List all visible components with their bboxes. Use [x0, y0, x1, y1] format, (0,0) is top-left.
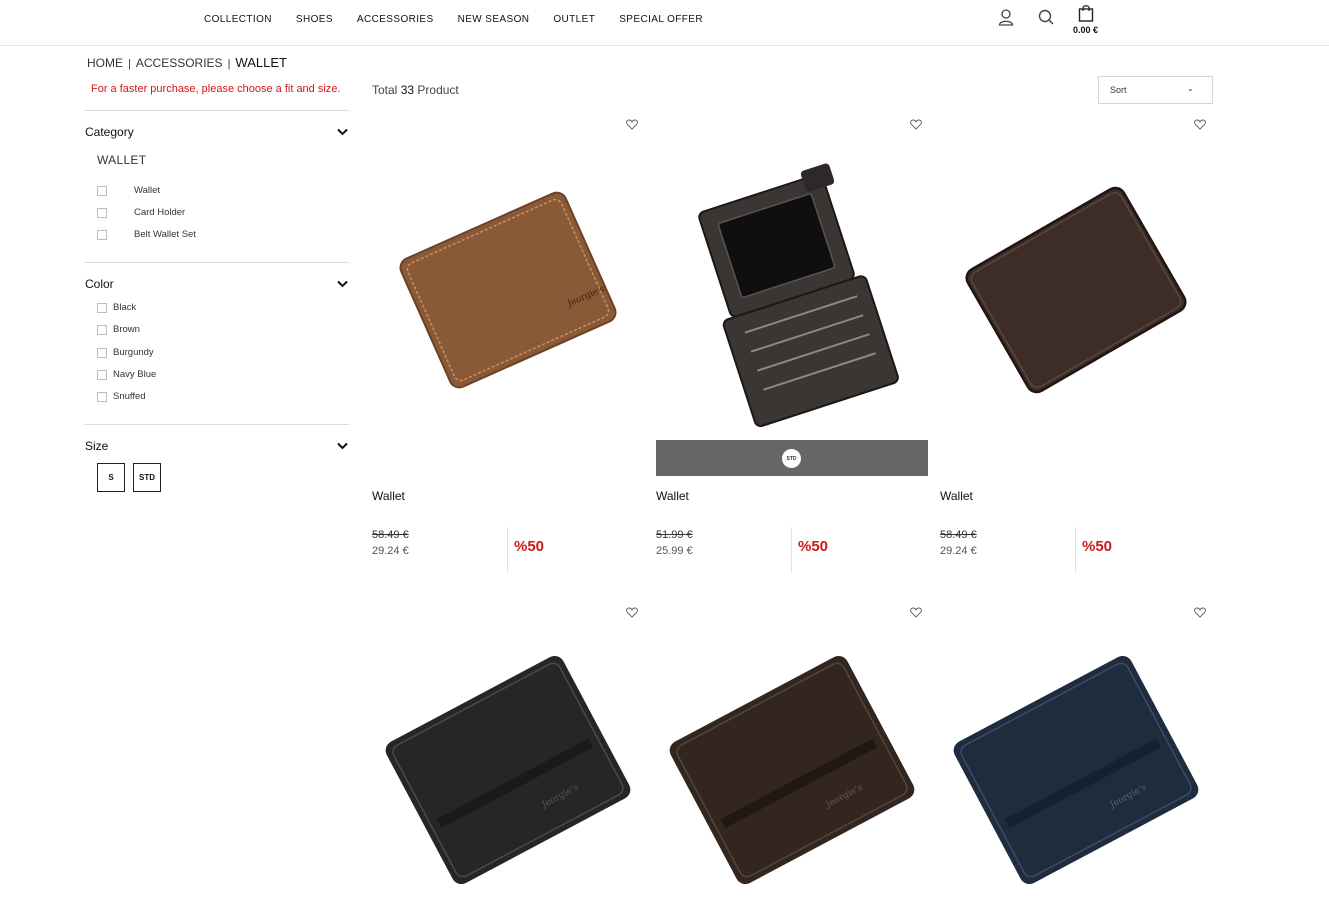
heart-icon[interactable] — [626, 119, 638, 130]
size-chip-std[interactable]: STD — [782, 449, 801, 468]
breadcrumb-home[interactable]: HOME — [87, 56, 123, 70]
product-count-number: 33 — [400, 83, 415, 97]
top-navigation-bar: COLLECTION SHOES ACCESSORIES NEW SEASON … — [0, 0, 1329, 46]
chevron-down-icon[interactable] — [337, 128, 348, 136]
main-nav: COLLECTION SHOES ACCESSORIES NEW SEASON … — [204, 14, 727, 26]
heart-icon[interactable] — [910, 119, 922, 130]
checkbox[interactable] — [97, 369, 107, 380]
filter-color-black[interactable]: Black — [97, 302, 136, 313]
filter-option-belt-wallet-set[interactable]: Belt Wallet Set — [97, 229, 196, 240]
product-count-suffix: Product — [417, 83, 459, 97]
breadcrumb-current: WALLET — [235, 55, 287, 70]
product-name[interactable]: Wallet — [940, 489, 973, 503]
filter-category-title[interactable]: Category — [85, 125, 134, 139]
breadcrumb: HOME | ACCESSORIES | WALLET — [87, 55, 287, 70]
filter-option-label: Navy Blue — [113, 369, 157, 380]
price-divider — [1075, 527, 1076, 573]
filter-subcategory[interactable]: WALLET — [97, 153, 146, 167]
product-old-price: 51.99 € — [656, 529, 693, 541]
cart-total[interactable]: 0.00 € — [1073, 25, 1098, 35]
breadcrumb-accessories[interactable]: ACCESSORIES — [136, 56, 223, 70]
filter-option-label: Snuffed — [113, 391, 146, 402]
product-new-price: 29.24 € — [940, 545, 977, 557]
size-option-s[interactable]: S — [97, 463, 125, 492]
nav-new-season[interactable]: NEW SEASON — [458, 14, 530, 26]
heart-icon[interactable] — [910, 607, 922, 618]
breadcrumb-separator: | — [128, 58, 131, 70]
bag-icon[interactable] — [1077, 4, 1095, 22]
checkbox[interactable] — [97, 185, 107, 196]
filter-option-label: Belt Wallet Set — [134, 229, 196, 240]
nav-collection[interactable]: COLLECTION — [204, 14, 272, 26]
filter-color-snuffed[interactable]: Snuffed — [97, 391, 146, 402]
filter-option-label: Wallet — [134, 185, 161, 196]
chevron-down-icon[interactable] — [337, 442, 348, 450]
filter-option-label: Burgundy — [113, 347, 154, 358]
nav-special-offer[interactable]: SPECIAL OFFER — [619, 14, 703, 26]
heart-icon[interactable] — [1194, 119, 1206, 130]
product-new-price: 29.24 € — [372, 545, 409, 557]
product-name[interactable]: Wallet — [372, 489, 405, 503]
filter-option-label: Card Holder — [134, 207, 186, 218]
user-icon[interactable] — [997, 8, 1015, 26]
product-count-prefix: Total — [372, 83, 398, 97]
product-count: Total 33 Product — [372, 83, 459, 97]
filter-color-title[interactable]: Color — [85, 277, 114, 291]
product-old-price: 58.49 € — [372, 529, 409, 541]
checkbox[interactable] — [97, 207, 107, 218]
price-divider — [507, 527, 508, 573]
product-image[interactable] — [940, 140, 1212, 440]
filter-color-brown[interactable]: Brown — [97, 324, 140, 335]
nav-shoes[interactable]: SHOES — [296, 14, 333, 26]
search-icon[interactable] — [1037, 8, 1055, 26]
product-new-price: 25.99 € — [656, 545, 693, 557]
size-bar: STD — [656, 440, 928, 476]
checkbox[interactable] — [97, 347, 107, 358]
checkbox[interactable] — [97, 302, 107, 313]
product-image[interactable] — [656, 140, 928, 440]
product-image[interactable]: Jeorgie's — [940, 630, 1212, 900]
nav-outlet[interactable]: OUTLET — [553, 14, 595, 26]
chevron-down-icon[interactable] — [337, 280, 348, 288]
filter-option-card-holder[interactable]: Card Holder — [97, 207, 185, 218]
filter-color-navy-blue[interactable]: Navy Blue — [97, 369, 156, 380]
discount-badge: %50 — [1082, 538, 1113, 555]
purchase-hint: For a faster purchase, please choose a f… — [91, 83, 341, 95]
filter-option-wallet[interactable]: Wallet — [97, 185, 160, 196]
checkbox[interactable] — [97, 229, 107, 240]
product-name[interactable]: Wallet — [656, 489, 689, 503]
filter-size-title[interactable]: Size — [85, 439, 108, 453]
product-image[interactable]: Jeorgie's — [372, 630, 644, 900]
checkbox[interactable] — [97, 324, 107, 335]
size-option-std[interactable]: STD — [133, 463, 161, 492]
nav-accessories[interactable]: ACCESSORIES — [357, 14, 434, 26]
product-image[interactable]: Jeorgie's — [372, 140, 644, 440]
heart-icon[interactable] — [1194, 607, 1206, 618]
sort-dropdown[interactable]: Sort ⌄ — [1098, 76, 1213, 104]
filter-option-label: Black — [113, 302, 137, 313]
filter-option-label: Brown — [113, 324, 140, 335]
filter-divider — [84, 424, 349, 425]
filter-divider — [84, 110, 349, 111]
discount-badge: %50 — [798, 538, 829, 555]
breadcrumb-separator: | — [227, 58, 231, 70]
filter-color-burgundy[interactable]: Burgundy — [97, 347, 154, 358]
chevron-down-icon: ⌄ — [1187, 84, 1194, 93]
sort-label: Sort — [1110, 85, 1127, 95]
heart-icon[interactable] — [626, 607, 638, 618]
price-divider — [791, 527, 792, 573]
checkbox[interactable] — [97, 391, 107, 402]
filter-divider — [84, 262, 349, 263]
product-image[interactable]: Jeorgie's — [656, 630, 928, 900]
product-old-price: 58.49 € — [940, 529, 977, 541]
discount-badge: %50 — [514, 538, 545, 555]
